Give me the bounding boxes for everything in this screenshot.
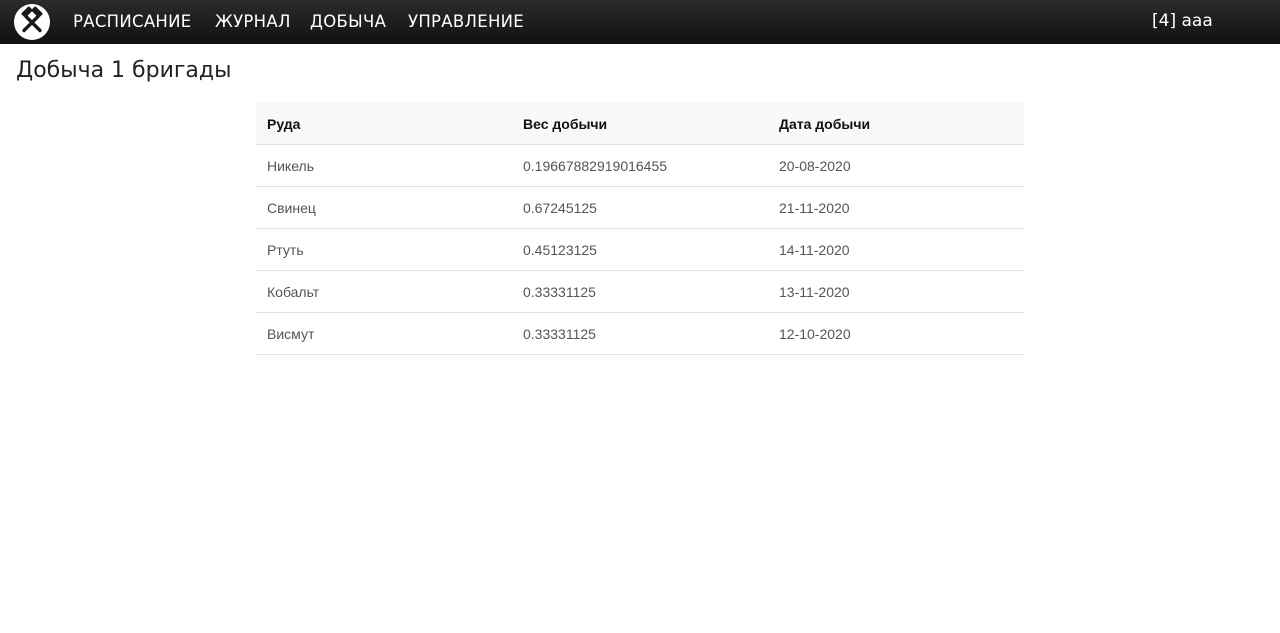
cell-ore: Никель xyxy=(256,144,512,187)
cell-weight: 0.19667882919016455 xyxy=(512,144,768,187)
cell-date: 12-10-2020 xyxy=(768,312,1024,355)
cell-ore: Свинец xyxy=(256,186,512,229)
nav-link-management[interactable]: УПРАВЛЕНИЕ xyxy=(408,0,524,44)
cell-weight: 0.67245125 xyxy=(512,186,768,229)
cell-date: 21-11-2020 xyxy=(768,186,1024,229)
cell-date: 20-08-2020 xyxy=(768,144,1024,187)
table-row: Свинец 0.67245125 21-11-2020 xyxy=(256,186,1024,229)
table-row: Висмут 0.33331125 12-10-2020 xyxy=(256,312,1024,355)
page-title: Добыча 1 бригады xyxy=(16,58,232,83)
user-menu[interactable]: [4] aaa xyxy=(1152,0,1213,44)
nav-link-journal[interactable]: ЖУРНАЛ xyxy=(215,0,291,44)
cell-ore: Кобальт xyxy=(256,270,512,313)
column-header-date: Дата добычи xyxy=(768,103,1024,145)
cell-date: 13-11-2020 xyxy=(768,270,1024,313)
table-row: Никель 0.19667882919016455 20-08-2020 xyxy=(256,144,1024,187)
column-header-weight: Вес добычи xyxy=(512,103,768,145)
top-navbar: РАСПИСАНИЕ ЖУРНАЛ ДОБЫЧА УПРАВЛЕНИЕ [4] … xyxy=(0,0,1280,44)
mining-table: Руда Вес добычи Дата добычи Никель 0.196… xyxy=(256,103,1024,355)
cell-date: 14-11-2020 xyxy=(768,228,1024,271)
cell-ore: Висмут xyxy=(256,312,512,355)
cell-weight: 0.45123125 xyxy=(512,228,768,271)
column-header-ore: Руда xyxy=(256,103,512,145)
table-row: Кобальт 0.33331125 13-11-2020 xyxy=(256,270,1024,313)
crossed-hammers-icon[interactable] xyxy=(14,4,50,40)
table-header-row: Руда Вес добычи Дата добычи xyxy=(256,103,1024,145)
cell-weight: 0.33331125 xyxy=(512,270,768,313)
nav-link-mining[interactable]: ДОБЫЧА xyxy=(310,0,386,44)
table-row: Ртуть 0.45123125 14-11-2020 xyxy=(256,228,1024,271)
cell-weight: 0.33331125 xyxy=(512,312,768,355)
cell-ore: Ртуть xyxy=(256,228,512,271)
nav-link-schedule[interactable]: РАСПИСАНИЕ xyxy=(73,0,192,44)
